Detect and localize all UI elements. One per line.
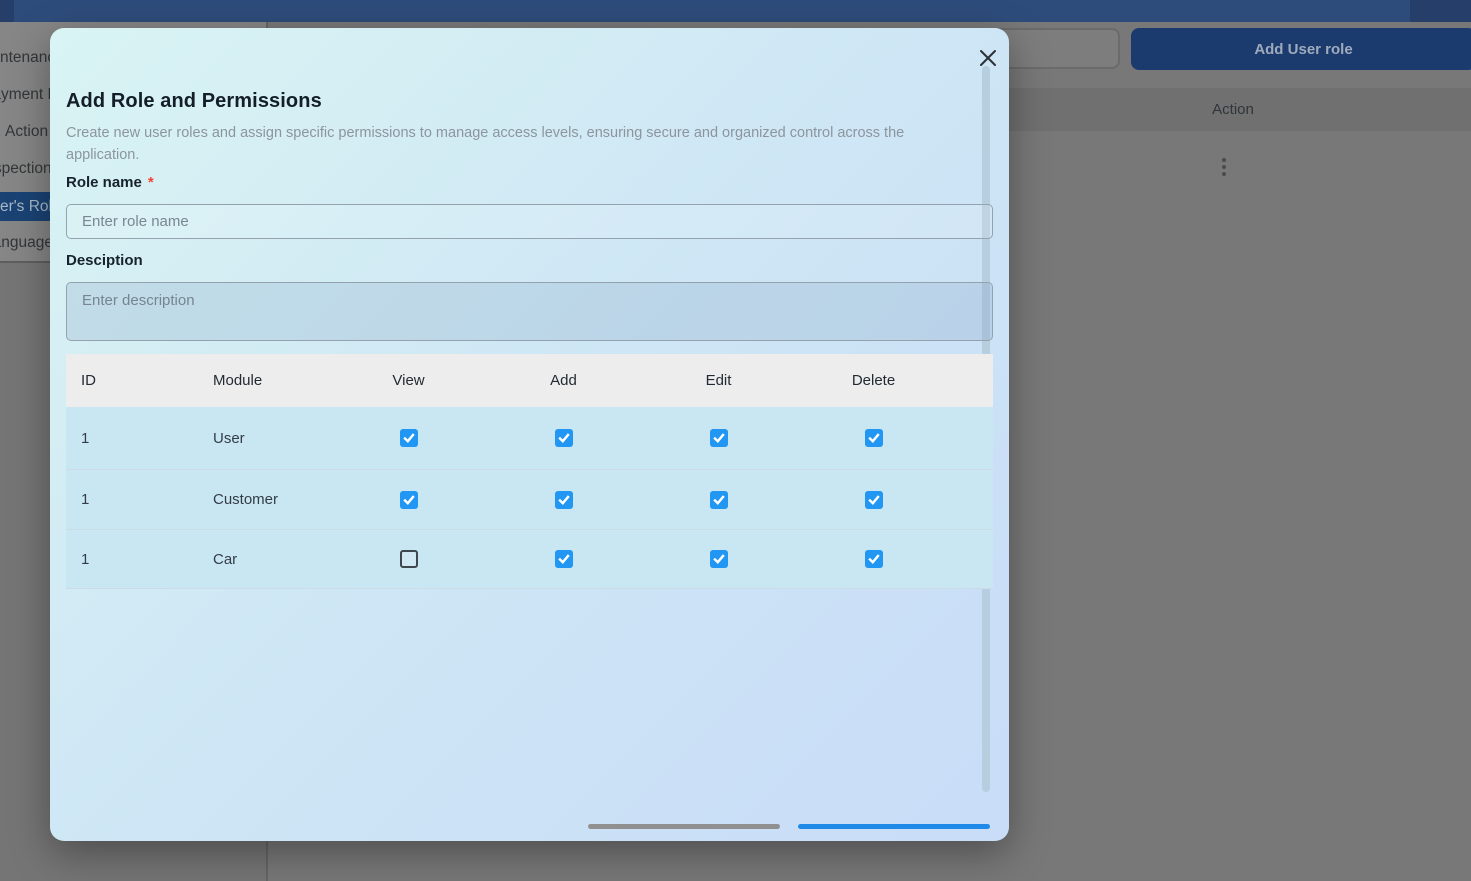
permissions-table-header: ID Module View Add Edit Delete: [66, 354, 993, 407]
header-module: Module: [213, 372, 331, 389]
checkbox-checked[interactable]: [710, 429, 728, 447]
header-view: View: [331, 372, 486, 389]
cell-id: 1: [66, 430, 213, 447]
cell-view: [331, 429, 486, 447]
cell-add: [486, 429, 641, 447]
cell-delete: [796, 429, 951, 447]
header-add: Add: [486, 372, 641, 389]
required-asterisk: *: [148, 174, 154, 191]
cell-id: 1: [66, 491, 213, 508]
checkbox-unchecked[interactable]: [400, 550, 418, 568]
modal-description: Create new user roles and assign specifi…: [66, 123, 972, 166]
top-navbar: [0, 0, 1471, 22]
header-id: ID: [66, 372, 213, 389]
sidebar-item-label: Action: [5, 117, 48, 147]
add-user-role-button[interactable]: Add User role: [1131, 28, 1471, 70]
permissions-row-car: 1Car: [66, 529, 993, 589]
app-window: MaintenancePayment ModeActionInspectionU…: [0, 0, 1471, 881]
checkbox-checked[interactable]: [865, 491, 883, 509]
header-delete: Delete: [796, 372, 951, 389]
cell-delete: [796, 491, 951, 509]
checkbox-checked[interactable]: [555, 550, 573, 568]
checkbox-checked[interactable]: [400, 429, 418, 447]
permissions-table: ID Module View Add Edit Delete 1User1Cus…: [66, 354, 993, 589]
row-menu-icon[interactable]: [1222, 158, 1226, 176]
permissions-row-user: 1User: [66, 407, 993, 469]
add-role-modal: Add Role and Permissions Create new user…: [50, 28, 1009, 841]
cell-module: Car: [213, 551, 331, 568]
checkbox-checked[interactable]: [710, 550, 728, 568]
sidebar-item-label: Language: [0, 228, 53, 258]
checkbox-checked[interactable]: [400, 491, 418, 509]
topbar-left-segment: [0, 0, 14, 22]
description-input[interactable]: [66, 282, 993, 341]
permissions-row-customer: 1Customer: [66, 469, 993, 529]
checkbox-checked[interactable]: [710, 491, 728, 509]
cell-view: [331, 550, 486, 568]
cell-delete: [796, 550, 951, 568]
cell-view: [331, 491, 486, 509]
checkbox-checked[interactable]: [865, 429, 883, 447]
action-column-header: Action: [1173, 88, 1293, 131]
cell-add: [486, 550, 641, 568]
checkbox-checked[interactable]: [555, 429, 573, 447]
cell-module: Customer: [213, 491, 331, 508]
modal-title: Add Role and Permissions: [66, 90, 322, 113]
cell-edit: [641, 550, 796, 568]
checkbox-checked[interactable]: [865, 550, 883, 568]
topbar-right-segment: [1410, 0, 1471, 22]
cell-edit: [641, 429, 796, 447]
sidebar-item-label: Inspection: [0, 154, 52, 184]
cell-add: [486, 491, 641, 509]
header-edit: Edit: [641, 372, 796, 389]
cell-module: User: [213, 430, 331, 447]
description-label: Desciption: [66, 252, 143, 269]
cell-edit: [641, 491, 796, 509]
close-x-glyph: [979, 49, 997, 67]
role-name-label: Role name*: [66, 174, 154, 191]
role-name-input[interactable]: [66, 204, 993, 239]
cancel-button-partial[interactable]: [588, 824, 780, 829]
submit-button-partial[interactable]: [798, 824, 990, 829]
checkbox-checked[interactable]: [555, 491, 573, 509]
cell-id: 1: [66, 551, 213, 568]
